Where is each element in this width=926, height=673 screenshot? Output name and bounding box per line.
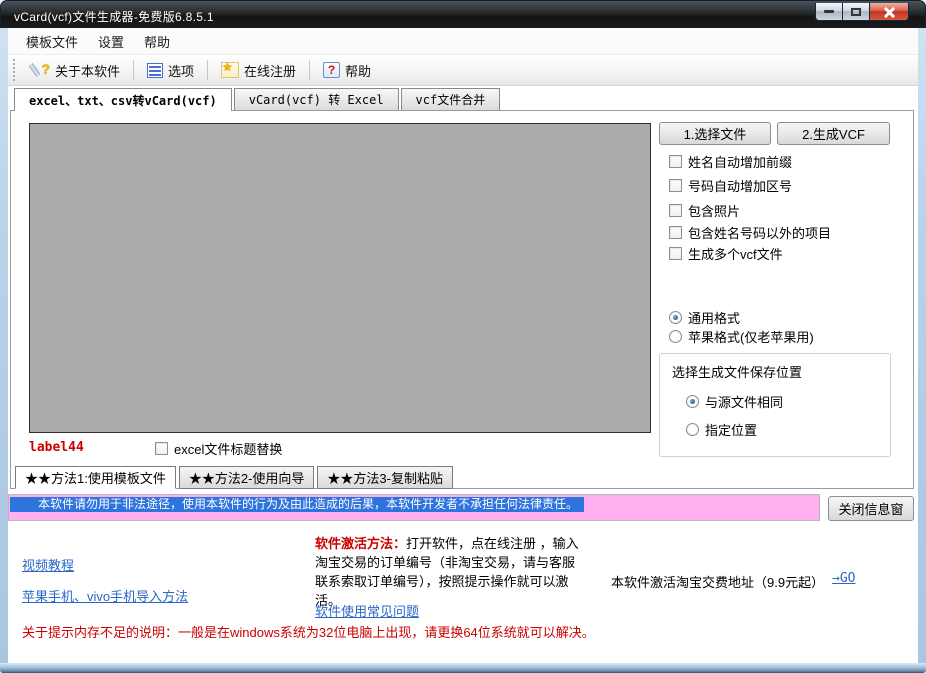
memory-warning-text: 关于提示内存不足的说明：一般是在windows系统为32位电脑上出现，请更换64…	[22, 622, 595, 641]
about-icon: ?	[30, 61, 50, 79]
radio-icon[interactable]	[686, 395, 699, 408]
checkbox-label: 号码自动增加区号	[688, 176, 792, 195]
method-tab-1[interactable]: ★★方法1:使用模板文件	[15, 466, 176, 489]
radio-specified-location[interactable]: 指定位置	[686, 420, 757, 439]
menu-settings[interactable]: 设置	[88, 28, 134, 55]
toolbar-help-label: 帮助	[345, 61, 371, 80]
activation-label: 软件激活方法：	[315, 536, 406, 551]
radio-label: 通用格式	[688, 308, 740, 327]
tab-page: label44 excel文件标题替换 ★★方法1:使用模板文件 ★★方法2-使…	[10, 110, 914, 489]
options-icon	[147, 63, 163, 78]
window-border-bottom	[0, 663, 926, 673]
help-icon: ?	[323, 62, 340, 78]
checkbox-multiple-vcf[interactable]: 生成多个vcf文件	[669, 244, 783, 263]
toolbar: ? 关于本软件 选项 ★ 在线注册 ? 帮助	[8, 55, 918, 86]
checkbox-icon[interactable]	[669, 155, 682, 168]
menu-help[interactable]: 帮助	[134, 28, 180, 55]
checkbox-icon[interactable]	[155, 442, 168, 455]
maximize-icon	[851, 8, 861, 16]
excel-title-replace-checkbox[interactable]: excel文件标题替换	[155, 439, 282, 458]
video-tutorial-link[interactable]: 视频教程	[22, 555, 74, 574]
status-label44: label44	[29, 440, 84, 455]
taobao-price-text: 本软件激活淘宝交费地址（9.9元起）	[611, 572, 824, 591]
checkbox-icon[interactable]	[669, 204, 682, 217]
radio-generic-format[interactable]: 通用格式	[669, 308, 740, 327]
file-preview-panel	[29, 123, 651, 433]
checkbox-include-other-fields[interactable]: 包含姓名号码以外的项目	[669, 223, 831, 242]
radio-icon[interactable]	[669, 311, 682, 324]
select-file-button[interactable]: 1.选择文件	[659, 122, 771, 145]
checkbox-area-code[interactable]: 号码自动增加区号	[669, 176, 792, 195]
checkbox-name-prefix[interactable]: 姓名自动增加前缀	[669, 152, 792, 171]
generate-vcf-button[interactable]: 2.生成VCF	[777, 122, 890, 145]
register-icon: ★	[221, 62, 239, 78]
tab-excel-to-vcard[interactable]: excel、txt、csv转vCard(vcf)	[14, 88, 232, 111]
method-tab-2[interactable]: ★★方法2-使用向导	[179, 466, 315, 489]
apple-vivo-import-link[interactable]: 苹果手机、vivo手机导入方法	[22, 586, 188, 605]
maximize-button[interactable]	[843, 3, 870, 21]
toolbar-separator	[207, 60, 208, 80]
close-button[interactable]	[870, 3, 909, 21]
menu-template-file[interactable]: 模板文件	[16, 28, 88, 55]
window-controls	[815, 3, 909, 21]
checkbox-label: 姓名自动增加前缀	[688, 152, 792, 171]
app-window: vCard(vcf)文件生成器-免费版6.8.5.1 模板文件 设置 帮助 ? …	[0, 0, 926, 673]
checkbox-icon[interactable]	[669, 179, 682, 192]
toolbar-options-label: 选项	[168, 61, 194, 80]
main-tab-strip: excel、txt、csv转vCard(vcf) vCard(vcf) 转 Ex…	[14, 88, 502, 111]
close-info-button[interactable]: 关闭信息窗	[828, 496, 914, 521]
radio-icon[interactable]	[686, 423, 699, 436]
toolbar-about-label: 关于本软件	[55, 61, 120, 80]
radio-icon[interactable]	[669, 330, 682, 343]
save-location-title: 选择生成文件保存位置	[672, 362, 802, 381]
toolbar-register-button[interactable]: ★ 在线注册	[213, 58, 304, 83]
radio-same-as-source[interactable]: 与源文件相同	[686, 392, 783, 411]
radio-label: 指定位置	[705, 420, 757, 439]
toolbar-separator	[309, 60, 310, 80]
window-border-left	[0, 28, 8, 663]
window-title: vCard(vcf)文件生成器-免费版6.8.5.1	[14, 8, 214, 25]
excel-title-replace-label: excel文件标题替换	[174, 439, 282, 458]
tab-vcard-to-excel[interactable]: vCard(vcf) 转 Excel	[234, 88, 399, 110]
client-area: 模板文件 设置 帮助 ? 关于本软件 选项 ★	[8, 28, 918, 663]
menu-bar: 模板文件 设置 帮助	[8, 28, 918, 55]
go-link[interactable]: →GO	[832, 571, 855, 586]
method-tab-strip: ★★方法1:使用模板文件 ★★方法2-使用向导 ★★方法3-复制粘贴	[15, 466, 456, 489]
minimize-icon	[824, 10, 834, 13]
titlebar: vCard(vcf)文件生成器-免费版6.8.5.1	[0, 0, 926, 28]
radio-label: 苹果格式(仅老苹果用)	[688, 327, 814, 346]
faq-link[interactable]: 软件使用常见问题	[315, 601, 419, 620]
disclaimer-text: 本软件请勿用于非法途径，使用本软件的行为及由此造成的后果，本软件开发者不承担任何…	[10, 497, 584, 512]
tab-vcf-merge[interactable]: vcf文件合并	[401, 88, 501, 110]
minimize-button[interactable]	[815, 3, 843, 21]
toolbar-help-button[interactable]: ? 帮助	[315, 58, 379, 83]
toolbar-grip	[13, 59, 16, 81]
radio-apple-format[interactable]: 苹果格式(仅老苹果用)	[669, 327, 814, 346]
checkbox-label: 生成多个vcf文件	[688, 244, 783, 263]
toolbar-options-button[interactable]: 选项	[139, 58, 202, 83]
activation-instructions: 软件激活方法：打开软件，点在线注册 ，输入淘宝交易的订单编号（非淘宝交易，请与客…	[315, 534, 585, 610]
close-icon	[883, 6, 895, 18]
checkbox-label: 包含姓名号码以外的项目	[688, 223, 831, 242]
toolbar-separator	[133, 60, 134, 80]
toolbar-about-button[interactable]: ? 关于本软件	[22, 58, 128, 83]
checkbox-icon[interactable]	[669, 247, 682, 260]
disclaimer-banner: 本软件请勿用于非法途径，使用本软件的行为及由此造成的后果，本软件开发者不承担任何…	[8, 494, 820, 521]
checkbox-icon[interactable]	[669, 226, 682, 239]
window-border-right	[918, 28, 926, 663]
checkbox-label: 包含照片	[688, 201, 740, 220]
toolbar-register-label: 在线注册	[244, 61, 296, 80]
method-tab-3[interactable]: ★★方法3-复制粘贴	[317, 466, 453, 489]
checkbox-include-photo[interactable]: 包含照片	[669, 201, 740, 220]
save-location-groupbox: 选择生成文件保存位置 与源文件相同 指定位置	[659, 353, 891, 457]
radio-label: 与源文件相同	[705, 392, 783, 411]
